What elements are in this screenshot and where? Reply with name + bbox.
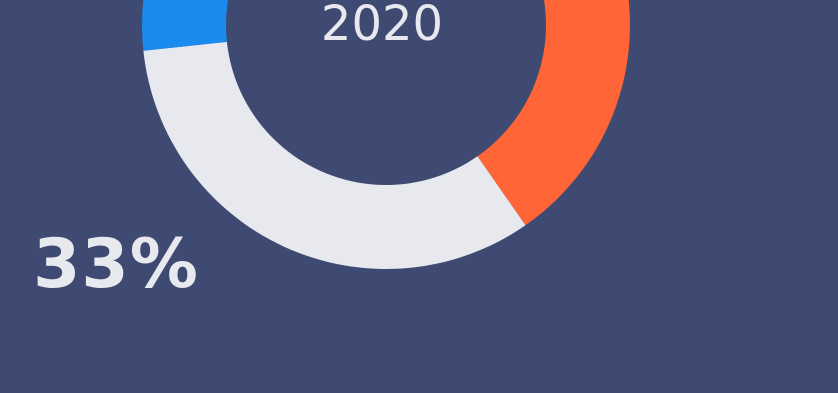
slice-label: 33% [33, 225, 199, 304]
donut-slice-1 [143, 41, 526, 269]
donut-center-year: 2020 [321, 0, 443, 52]
chart-canvas: 2020 33% [0, 0, 838, 393]
donut-chart: 2020 33% [33, 0, 630, 304]
